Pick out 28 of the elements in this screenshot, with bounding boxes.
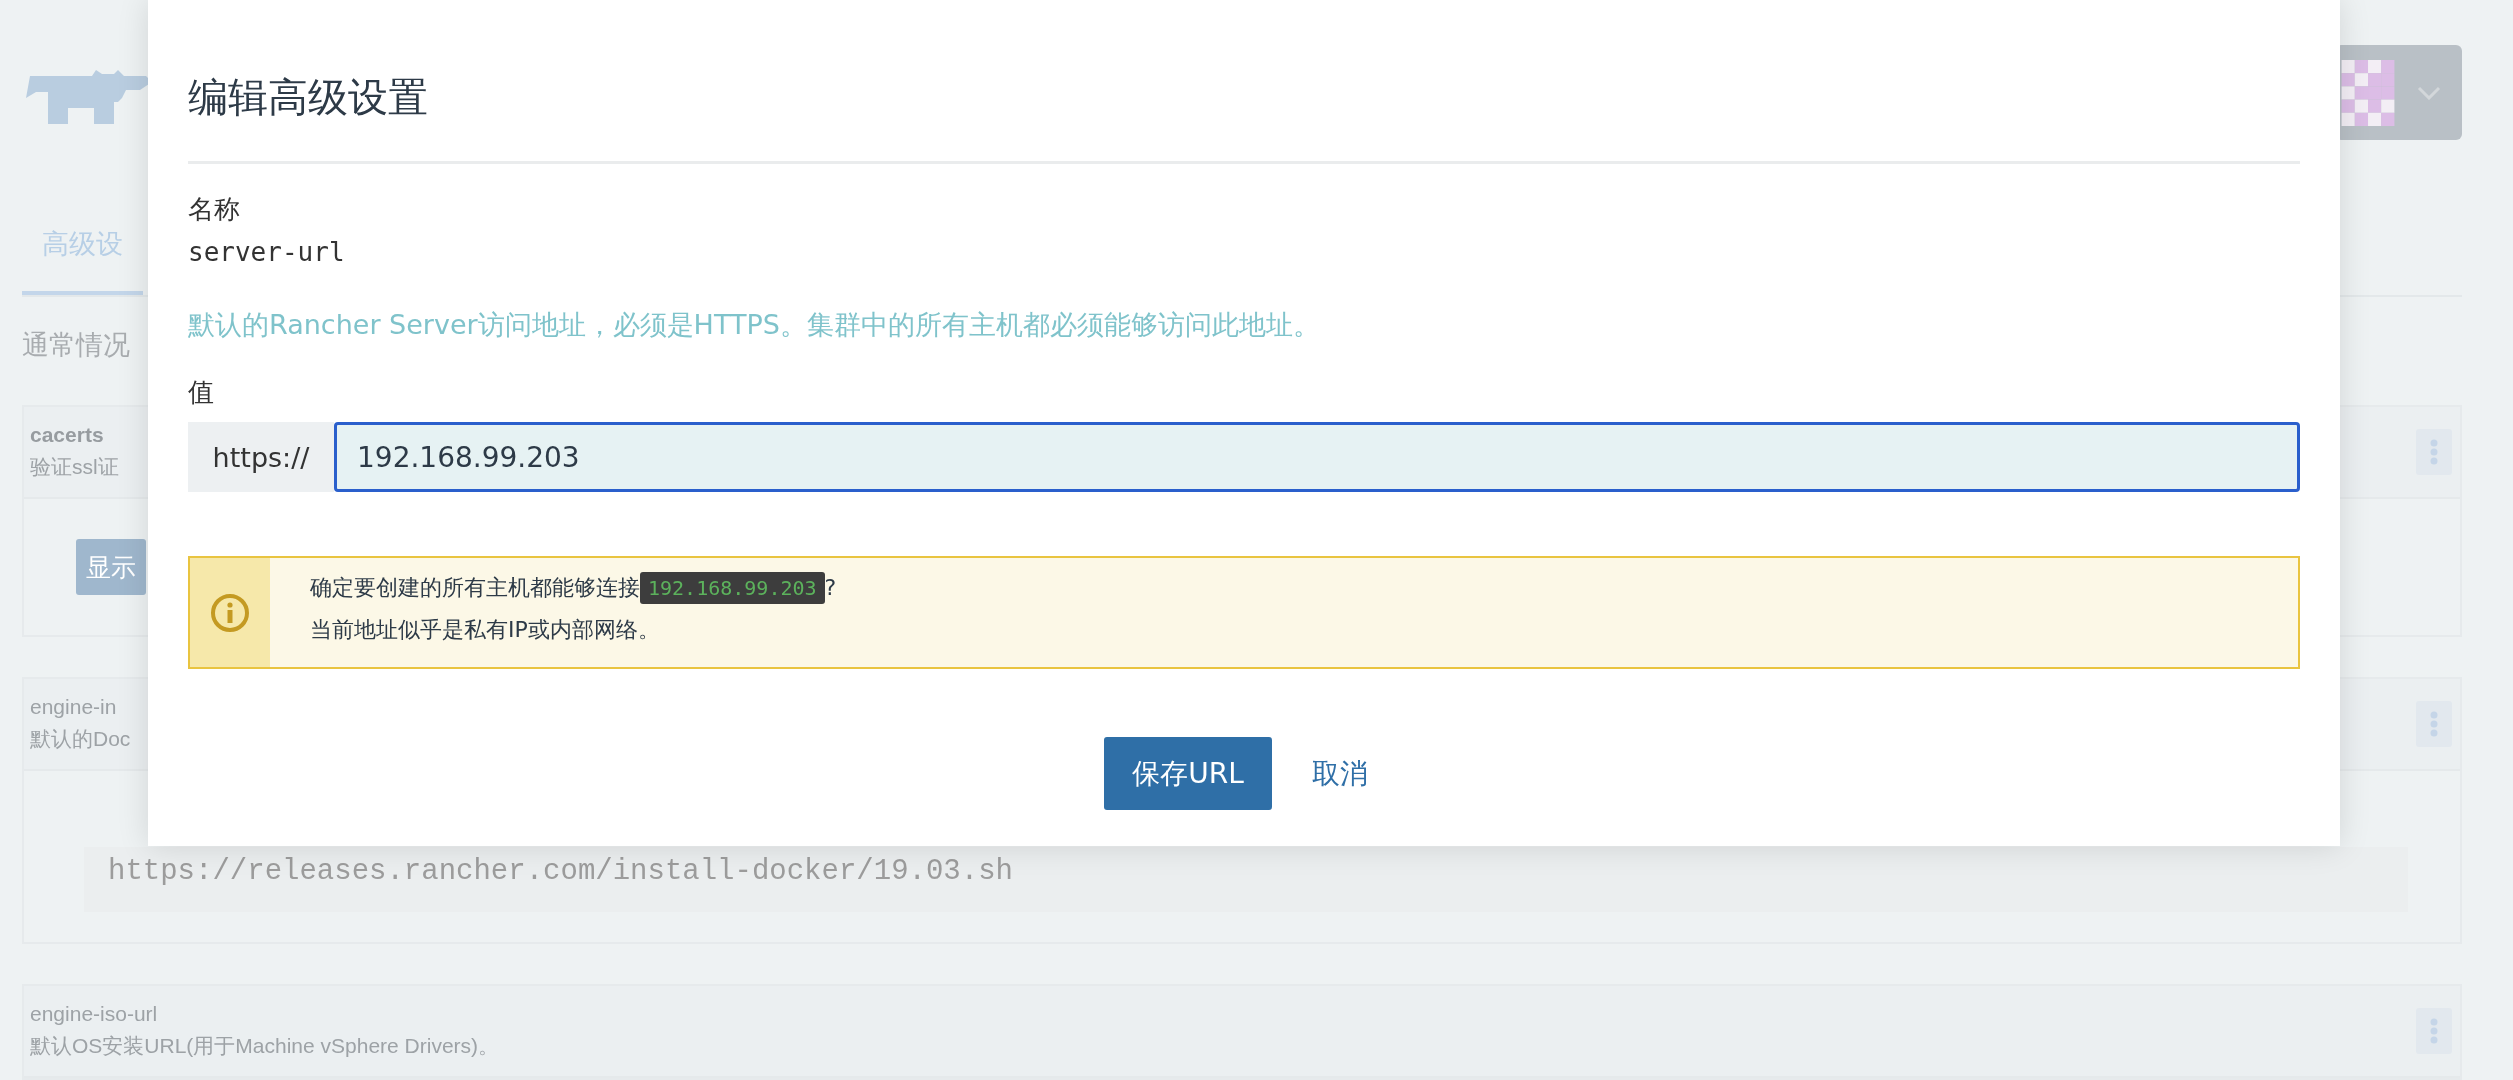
more-options-button[interactable] xyxy=(2416,1008,2452,1054)
cancel-button[interactable]: 取消 xyxy=(1295,737,1384,810)
url-input[interactable]: 192.168.99.203 xyxy=(334,422,2300,492)
kebab-icon xyxy=(2430,439,2438,465)
kebab-icon xyxy=(2430,711,2438,737)
setting-description: 默认的Doc xyxy=(30,726,131,752)
setting-name: engine-iso-url xyxy=(30,1002,159,1026)
more-options-button[interactable] xyxy=(2416,701,2452,747)
setting-name-value: server-url xyxy=(188,237,346,267)
setting-value-code: https://releases.rancher.com/install-docker/19.03.sh xyxy=(84,847,2408,912)
name-label: 名称 xyxy=(188,193,241,226)
value-label: 值 xyxy=(188,376,215,409)
ip-address-code: 192.168.99.203 xyxy=(640,572,825,604)
intro-text: 通常情况 xyxy=(22,328,130,362)
setting-description: 验证ssl证 xyxy=(30,454,119,480)
warning-message: 确定要创建的所有主机都能够连接 192.168.99.203 ? xyxy=(310,570,837,606)
setting-name: cacerts xyxy=(30,423,105,447)
setting-name: engine-in xyxy=(30,695,118,719)
more-options-button[interactable] xyxy=(2416,429,2452,475)
warning-note: 当前地址似乎是私有IP或内部网络。 xyxy=(310,616,661,644)
info-icon xyxy=(210,592,250,633)
url-prefix: https:// xyxy=(188,422,334,492)
save-url-button[interactable]: 保存URL xyxy=(1104,737,1272,810)
kebab-icon xyxy=(2430,1018,2438,1044)
dialog-title: 编辑高级设置 xyxy=(188,73,429,122)
chevron-down-icon xyxy=(2417,85,2441,100)
setting-description: 默认OS安装URL(用于Machine vSphere Drivers)。 xyxy=(30,1033,500,1059)
setting-help-text: 默认的Rancher Server访问地址，必须是HTTPS。集群中的所有主机都必须能够访问此地址。 xyxy=(188,308,1321,342)
